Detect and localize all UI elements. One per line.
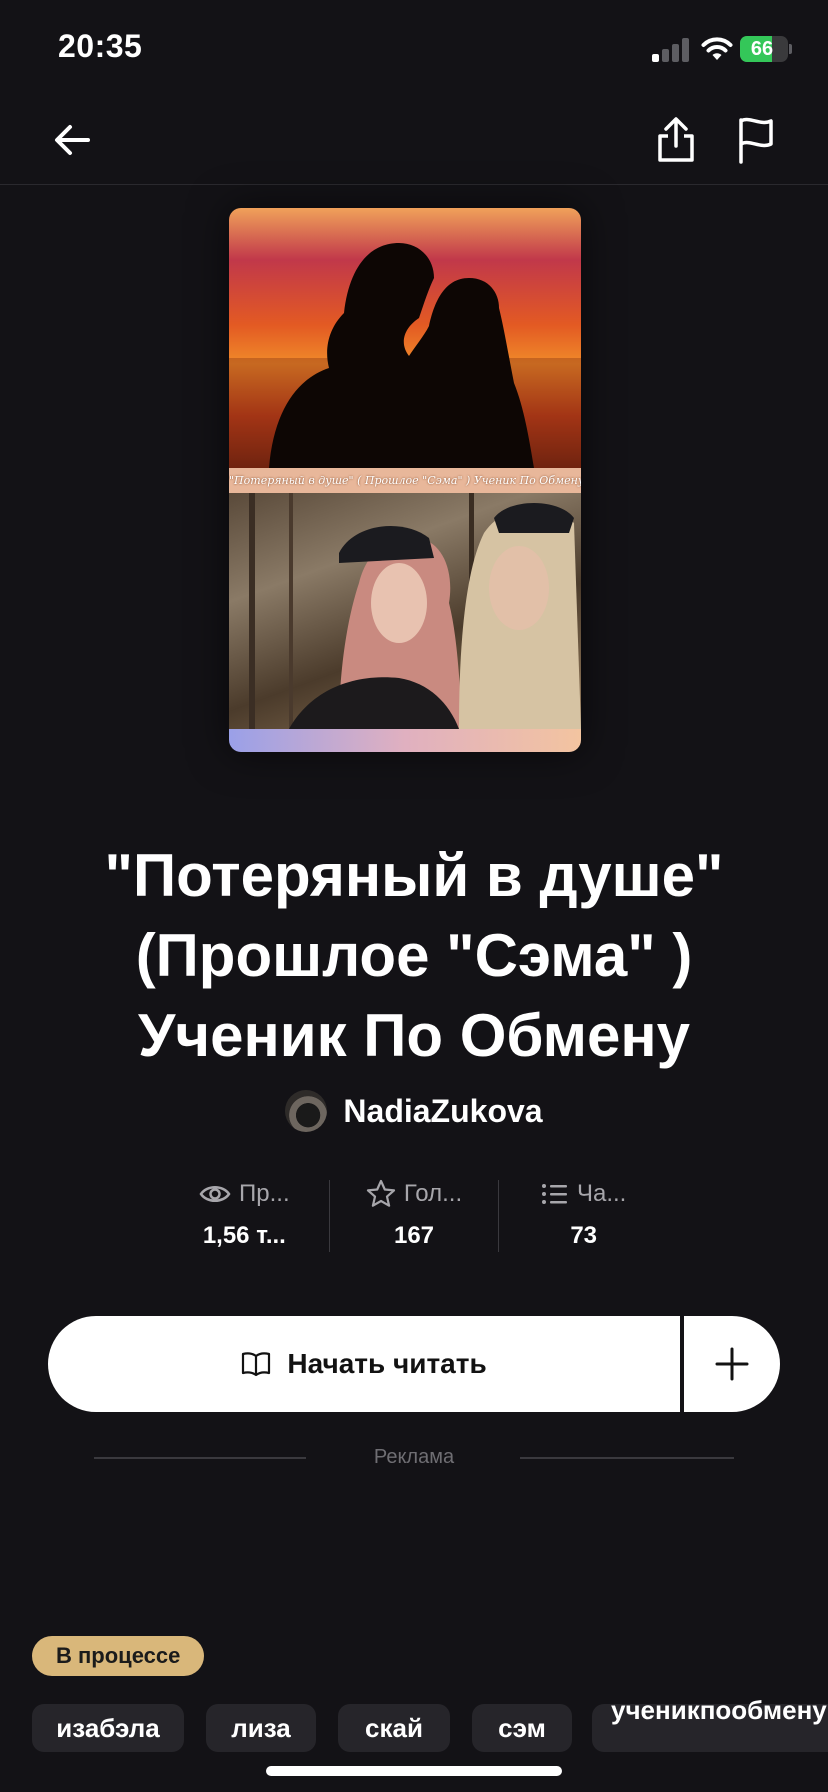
stat-parts-label: Ча...: [577, 1180, 627, 1207]
battery-icon: 66: [740, 36, 792, 62]
tag-chip-label: ученикпообмену: [611, 1695, 827, 1725]
add-to-library-button[interactable]: [684, 1316, 780, 1412]
stat-votes-value: 167: [393, 1222, 435, 1249]
author-link[interactable]: NadiaZukova: [0, 1086, 828, 1136]
battery-percent: 66: [750, 38, 774, 60]
star-icon: [366, 1179, 395, 1207]
tag-chip[interactable]: изабэла: [32, 1704, 184, 1752]
home-indicator[interactable]: [266, 1766, 562, 1776]
author-name: NadiaZukova: [343, 1092, 543, 1129]
book-cover: "Потеряный в душе" ( Прошлое "Сэма" ) Уч…: [229, 208, 581, 752]
header-divider: [0, 184, 828, 185]
book-open-icon: [242, 1352, 271, 1377]
wifi-icon: [700, 36, 734, 62]
stat-reads: Пр... 1,56 т...: [160, 1176, 329, 1254]
share-icon: [658, 117, 694, 162]
cellular-signal-icon: [652, 38, 692, 62]
back-button[interactable]: [42, 110, 102, 170]
stat-votes: Гол... 167: [330, 1176, 499, 1254]
arrow-left-icon: [55, 125, 90, 155]
status-badge: В процессе: [32, 1636, 205, 1676]
tag-chip[interactable]: лиза: [206, 1704, 316, 1752]
stat-reads-label: Пр...: [239, 1180, 290, 1207]
share-button[interactable]: [646, 110, 706, 170]
list-icon: [542, 1184, 567, 1204]
stat-reads-value: 1,56 т...: [202, 1222, 286, 1249]
start-reading-button[interactable]: Начать читать: [48, 1316, 680, 1412]
stats-row: Пр... 1,56 т... Гол... 167 Ча... 73: [160, 1176, 668, 1254]
tag-chip[interactable]: скай: [338, 1704, 450, 1752]
plus-icon: [715, 1347, 749, 1381]
stat-parts: Ча... 73: [499, 1176, 668, 1254]
author-avatar: [285, 1090, 328, 1132]
stat-votes-label: Гол...: [403, 1180, 463, 1207]
report-button[interactable]: [726, 110, 786, 170]
flag-icon: [739, 117, 773, 164]
start-reading-label: Начать читать: [287, 1348, 487, 1379]
cover-caption: "Потеряный в душе" ( Прошлое "Сэма" ) Уч…: [229, 468, 581, 494]
eye-icon: [199, 1186, 231, 1202]
stat-parts-value: 73: [570, 1222, 598, 1249]
tag-chip[interactable]: сэм: [472, 1704, 572, 1752]
ad-divider-right: [520, 1457, 734, 1459]
status-time: 20:35: [58, 28, 143, 64]
book-title: "Потеряный в душе" (Прошлое "Сэма" ) Уче…: [104, 842, 724, 1069]
